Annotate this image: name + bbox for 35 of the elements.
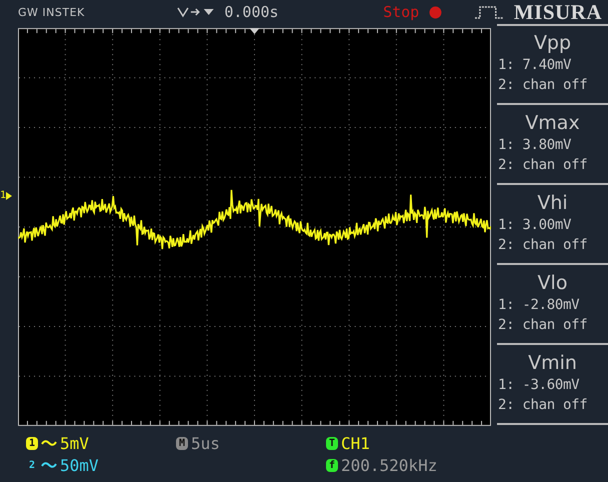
trigger-badge: T xyxy=(326,436,338,450)
measurement-reading: 1: 3.80mV xyxy=(498,136,572,155)
trigger-slope-icon xyxy=(176,6,214,18)
ac-coupling-icon xyxy=(41,438,57,448)
measurement-reading: 2: chan off xyxy=(498,76,588,95)
measurement-name: Vpp xyxy=(532,31,572,55)
ac-coupling-icon xyxy=(41,460,57,470)
trigger-position-icon xyxy=(250,28,260,34)
measurement-reading: 1: -2.80mV xyxy=(498,296,580,315)
measurement-reading: 1: -3.60mV xyxy=(498,376,580,395)
pulse-icon xyxy=(474,5,504,19)
channel-scale: 5mV xyxy=(60,434,89,452)
record-dot-icon xyxy=(429,6,442,18)
measurement-reading: 2: chan off xyxy=(498,396,588,415)
timebase-value: 5us xyxy=(191,434,220,452)
trigger-source: CH1 xyxy=(341,434,370,452)
frequency-value: 200.520kHz xyxy=(341,456,438,474)
run-state: Stop xyxy=(383,3,420,21)
trigger-time: 0.000s xyxy=(224,3,280,21)
measurement-name: Vmin xyxy=(527,351,578,375)
channel-scale: 50mV xyxy=(60,456,99,474)
measurement-name: Vlo xyxy=(536,271,568,295)
measurement-reading: 1: 3.00mV xyxy=(498,216,572,235)
measurement-name: Vhi xyxy=(536,191,569,215)
overlay-label: MISURA xyxy=(514,0,603,24)
measurement-reading: 2: chan off xyxy=(498,236,588,255)
channel-badge: 1 xyxy=(26,436,38,450)
measurement-name: Vmax xyxy=(524,111,581,135)
measurement-reading: 2: chan off xyxy=(498,156,588,175)
brand-logo: GW INSTEK xyxy=(18,6,86,18)
timebase-badge: M xyxy=(176,436,188,450)
channel-label: 2 xyxy=(28,458,36,472)
frequency-badge: f xyxy=(326,458,338,472)
measurement-reading: 2: chan off xyxy=(498,316,588,335)
measurement-reading: 1: 7.40mV xyxy=(498,56,572,75)
